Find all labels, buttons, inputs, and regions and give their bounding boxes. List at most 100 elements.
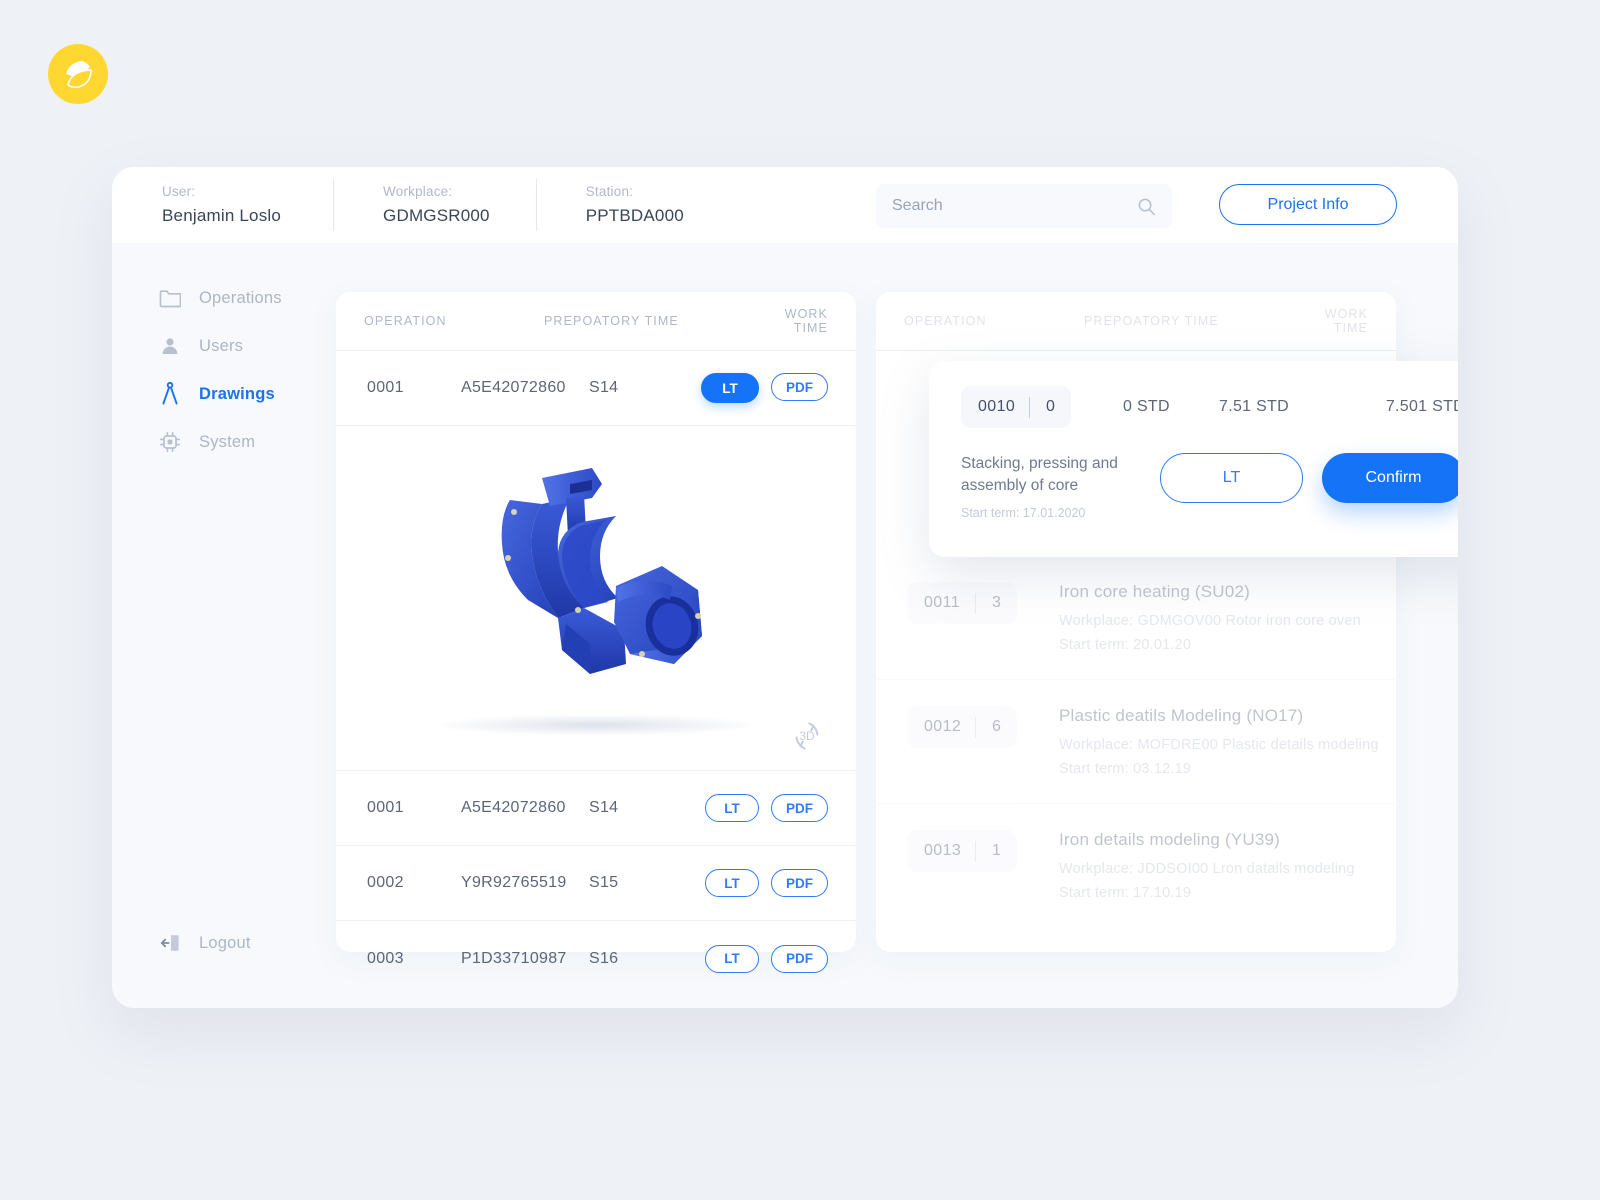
meta-station-label: Station: (585, 184, 634, 199)
row-work-time: S16 (589, 949, 619, 967)
queue-list: 0011 3 Iron core heating (SU02) Workplace: … (876, 556, 1396, 927)
sidebar-item-logout[interactable]: Logout (112, 920, 251, 966)
meta-station: Station: PPTBDA000 (535, 179, 684, 231)
modal-operation-id: 0010 (978, 398, 1016, 415)
meta-workplace-label: Workplace: (383, 184, 453, 199)
list-item-pill[interactable]: 0011 3 (907, 582, 1017, 624)
sidebar-item-drawings[interactable]: Drawings (112, 371, 336, 417)
list-item-id: 0011 (924, 594, 961, 611)
sidebar-label-drawings: Drawings (199, 384, 275, 403)
meta-user-value: Benjamin Loslo (162, 206, 282, 225)
meta-workplace-value: GDMGSR000 (383, 206, 490, 225)
meta-user-label: User: (162, 184, 196, 199)
column-work-time: WORK TIME (784, 307, 828, 335)
sidebar-item-users[interactable]: Users (112, 323, 336, 369)
modal-std-work: 7.51 STD (1219, 398, 1289, 415)
row-pdf-button[interactable]: PDF (771, 944, 828, 973)
queue-panel-header: OPERATION PREPOATORY TIME WORK TIME (876, 292, 1396, 350)
row-work-time: S14 (589, 379, 619, 396)
modal-start-term: Start term: 17.01.2020 (961, 506, 1086, 520)
sunburst-logo-icon (66, 61, 92, 89)
modal-description-block: Stacking, pressing and assembly of core … (961, 453, 1160, 520)
column-prepoatory-time: PREPOATORY TIME (544, 314, 679, 328)
queue-column-work-time: WORK TIME (1324, 307, 1368, 335)
queue-column-prepoatory-time: PREPOATORY TIME (1084, 314, 1219, 328)
list-item[interactable]: 0012 6 Plastic deatils Modeling (NO17) Work… (876, 680, 1396, 804)
table-row-selected[interactable]: 0001 A5E42072860 S14 LT PDF (336, 351, 856, 426)
modal-std-total: 7.501 STD (1385, 398, 1458, 415)
modal-description: Stacking, pressing and assembly of core (961, 455, 1118, 494)
list-item-title: Iron details modeling (YU39) (1059, 830, 1281, 849)
list-item-start-term: Start term: 17.10.19 (1059, 885, 1192, 901)
project-info-button[interactable]: Project Info (1219, 184, 1397, 225)
row-lt-button[interactable]: LT (701, 373, 759, 403)
modal-confirm-button[interactable]: Confirm (1322, 453, 1458, 503)
list-item-title: Plastic deatils Modeling (NO17) (1059, 706, 1304, 725)
row-work-time: S14 (589, 799, 619, 816)
modal-buttons: LT Confirm (1160, 453, 1458, 520)
table-row[interactable]: 0001 A5E42072860 S14 LT PDF (336, 771, 856, 846)
user-icon (158, 334, 182, 358)
drawings-panel: OPERATION PREPOATORY TIME WORK TIME 0001… (336, 292, 856, 973)
row-lt-button[interactable]: LT (705, 794, 759, 822)
modal-lt-button[interactable]: LT (1160, 453, 1303, 503)
list-item-qty: 6 (992, 718, 1001, 735)
column-operation: OPERATION (364, 314, 447, 328)
list-item[interactable]: 0011 3 Iron core heating (SU02) Workplace: … (876, 556, 1396, 680)
folder-icon (158, 286, 182, 310)
blue-pipe-clamp-model (501, 468, 702, 674)
search-input[interactable] (892, 197, 1137, 215)
list-item-id: 0012 (924, 718, 962, 735)
row-operation-code: A5E42072860 (461, 799, 566, 816)
row-operation-code: Y9R92765519 (461, 874, 567, 891)
sidebar-label-logout: Logout (199, 933, 251, 952)
operation-confirm-modal: 0010 0 0 STD 7.51 STD 7.501 STD Stacking… (929, 361, 1458, 557)
modal-summary-row: 0010 0 0 STD 7.51 STD 7.501 STD (929, 361, 1458, 453)
model-shadow (431, 714, 761, 736)
sidebar-item-system[interactable]: System (112, 419, 336, 465)
row-operation-id: 0003 (367, 949, 404, 967)
sidebar: Operations Users Drawings System Logout (112, 243, 336, 1008)
list-item-workplace: Workplace: MOFDRE00 Plastic details mode… (1059, 737, 1379, 753)
list-item-pill[interactable]: 0013 1 (907, 830, 1017, 872)
row-work-time: S15 (589, 874, 619, 891)
list-item-text: Iron core heating (SU02) Workplace: GDMGO… (1017, 582, 1361, 653)
meta-workplace: Workplace: GDMGSR000 (333, 179, 490, 231)
list-item-qty: 1 (992, 842, 1001, 859)
modal-operation-pill[interactable]: 0010 0 (961, 386, 1071, 428)
logout-icon (158, 931, 182, 955)
row-lt-button[interactable]: LT (705, 944, 759, 973)
queue-column-operation: OPERATION (904, 314, 987, 328)
table-row[interactable]: 0003 P1D33710987 S16 LT PDF (336, 921, 856, 996)
search-icon[interactable] (1137, 197, 1156, 216)
row-lt-button[interactable]: LT (705, 869, 759, 897)
modal-std-prep: 0 STD (1123, 398, 1170, 415)
compass-icon (158, 382, 182, 406)
list-item-start-term: Start term: 20.01.20 (1059, 637, 1192, 653)
search-box[interactable] (876, 184, 1172, 228)
row-pdf-button[interactable]: PDF (771, 794, 828, 822)
list-item[interactable]: 0013 1 Iron details modeling (YU39) Workpla… (876, 804, 1396, 927)
row-operation-id: 0002 (367, 874, 404, 891)
rotate-3d-badge[interactable]: 3D (788, 719, 826, 758)
row-pdf-button[interactable]: PDF (771, 373, 828, 401)
list-item-workplace: Workplace: JDDSOI00 Lron datails modelin… (1059, 861, 1355, 877)
table-row[interactable]: 0002 Y9R92765519 S15 LT PDF (336, 846, 856, 921)
operations-table: 0001 A5E42072860 S14 LT PDF 0002 Y9R92765519 S1… (336, 771, 856, 996)
top-bar: User: Benjamin Loslo Workplace: GDMGSR00… (112, 167, 1458, 243)
list-item-id: 0013 (924, 842, 962, 859)
modal-action-row: Stacking, pressing and assembly of core … (929, 453, 1458, 520)
sidebar-item-operations[interactable]: Operations (112, 275, 336, 321)
list-item-title: Iron core heating (SU02) (1059, 582, 1250, 601)
sidebar-label-users: Users (199, 336, 244, 355)
list-item-text: Iron details modeling (YU39) Workplace: J… (1017, 830, 1355, 901)
sidebar-label-operations: Operations (199, 288, 282, 307)
row-operation-code: A5E42072860 (461, 379, 566, 396)
model-viewer[interactable]: 3D (336, 426, 856, 771)
meta-station-value: PPTBDA000 (585, 206, 684, 225)
list-item-pill[interactable]: 0012 6 (907, 706, 1017, 748)
svg-text:3D: 3D (799, 729, 815, 743)
sidebar-label-system: System (199, 432, 256, 451)
row-pdf-button[interactable]: PDF (771, 869, 828, 897)
app-logo (48, 44, 108, 104)
